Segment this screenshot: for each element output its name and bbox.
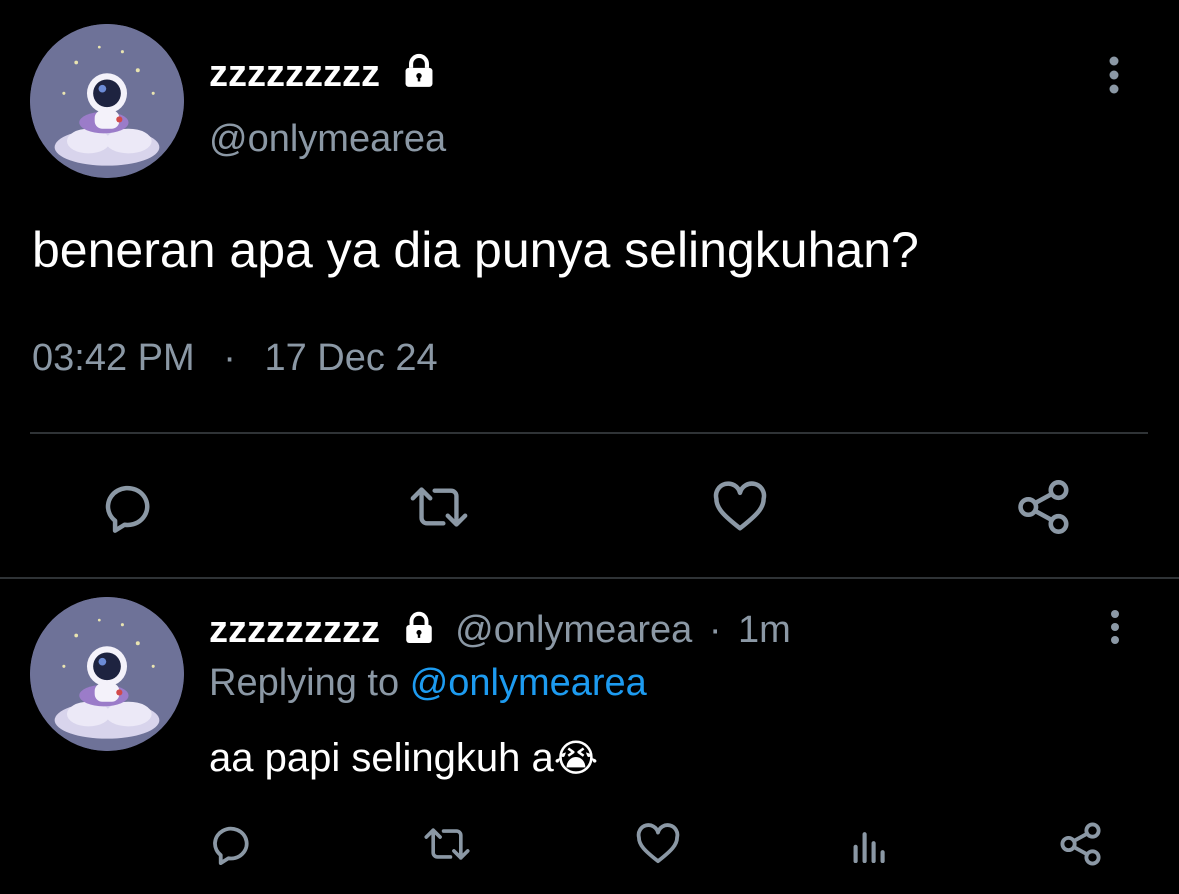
like-icon[interactable] [711,481,769,533]
reply-icon[interactable] [105,481,163,533]
replying-prefix: Replying to [209,662,400,704]
lock-icon [401,610,437,646]
avatar[interactable] [30,597,184,751]
display-name[interactable]: zzzzzzzzz [209,609,380,651]
reply-header: zzzzzzzzz @onlymearea · 1m [209,606,791,654]
tweet-time: 03:42 PM [32,337,195,379]
share-icon[interactable] [1057,821,1105,867]
avatar-astronaut-image [30,597,184,751]
divider [0,577,1179,579]
reply-text-content: aa papi selingkuh a [209,736,554,780]
retweet-icon[interactable] [420,825,474,863]
more-vertical-icon[interactable] [1100,55,1128,97]
meta-separator: · [708,609,722,651]
lock-icon [400,52,438,90]
tweet-text: beneran apa ya dia punya selingkuhan? [32,222,919,278]
user-handle[interactable]: @onlymearea [209,116,446,162]
timestamp-separator: · [223,337,236,379]
user-handle[interactable]: @onlymearea [455,609,692,651]
share-icon[interactable] [1014,478,1074,536]
tweet-timestamp: 03:42 PM · 17 Dec 24 [32,336,438,380]
replying-to: Replying to @onlymearea [209,660,647,706]
like-icon[interactable] [635,823,681,865]
display-name-text: zzzzzzzzz [209,53,380,95]
avatar-astronaut-image [30,24,184,178]
display-name[interactable]: zzzzzzzzz [209,50,380,98]
retweet-icon[interactable] [405,483,473,531]
reply-text: aa papi selingkuh a😭 [209,733,598,784]
tweet-age: 1m [738,609,791,651]
avatar[interactable] [30,24,184,178]
more-vertical-icon[interactable] [1102,609,1128,647]
tweet-date: 17 Dec 24 [264,337,438,379]
divider [30,432,1148,434]
views-icon[interactable] [850,827,890,863]
replying-handle-link[interactable]: @onlymearea [410,662,647,704]
crying-emoji: 😭 [553,738,599,780]
reply-icon[interactable] [213,823,259,865]
